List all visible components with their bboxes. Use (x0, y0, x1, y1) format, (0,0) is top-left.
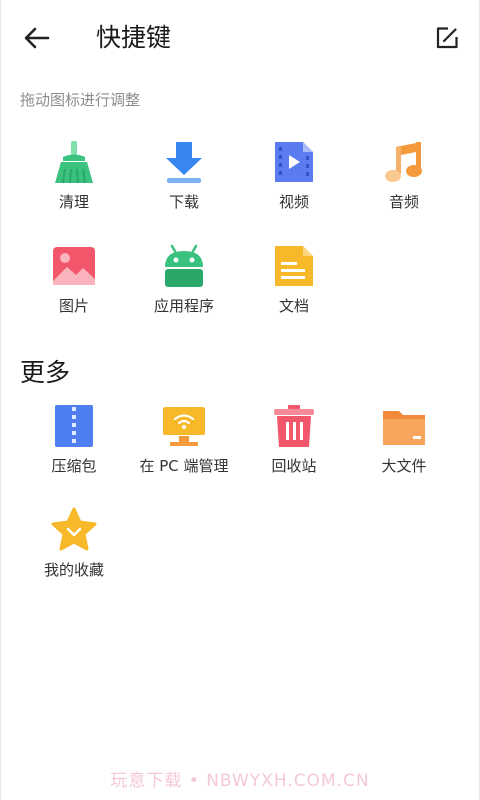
video-file-icon (270, 138, 318, 186)
image-icon (50, 242, 98, 290)
shortcut-image[interactable]: 图片 (19, 242, 129, 346)
shortcut-label: 应用程序 (153, 297, 214, 315)
more-label: 大文件 (381, 457, 427, 475)
android-icon (160, 242, 208, 290)
shortcut-label: 下载 (168, 193, 199, 211)
shortcut-label: 清理 (58, 193, 89, 211)
more-large-files[interactable]: 大文件 (349, 402, 459, 506)
star-icon (50, 506, 98, 554)
music-note-icon (380, 138, 428, 186)
shortcut-grid: 清理 下载 视频 音频 图片 应用程序 文档 (19, 138, 459, 346)
edit-button[interactable] (430, 22, 464, 54)
shortcut-clean[interactable]: 清理 (19, 138, 129, 242)
zip-archive-icon (50, 402, 98, 450)
arrow-left-icon (24, 27, 50, 49)
shortcut-document[interactable]: 文档 (239, 242, 349, 346)
shortcut-download[interactable]: 下载 (129, 138, 239, 242)
shortcut-label: 图片 (58, 297, 89, 315)
more-grid: 压缩包 在 PC 端管理 回收站 大文件 我的收藏 (19, 402, 459, 610)
shortcut-video[interactable]: 视频 (239, 138, 349, 242)
edit-icon (436, 27, 458, 49)
header: 快捷键 (0, 0, 480, 76)
more-zip[interactable]: 压缩包 (19, 402, 129, 506)
more-section-title: 更多 (20, 358, 71, 387)
broom-icon (50, 138, 98, 186)
more-pc-manage[interactable]: 在 PC 端管理 (129, 402, 239, 506)
pc-wifi-icon (160, 402, 208, 450)
trash-icon (270, 402, 318, 450)
more-label: 我的收藏 (43, 561, 104, 579)
back-button[interactable] (18, 22, 56, 54)
more-label: 在 PC 端管理 (139, 457, 229, 475)
shortcut-audio[interactable]: 音频 (349, 138, 459, 242)
download-icon (160, 138, 208, 186)
more-recycle-bin[interactable]: 回收站 (239, 402, 349, 506)
more-label: 回收站 (271, 457, 317, 475)
more-label: 压缩包 (51, 457, 97, 475)
drag-hint: 拖动图标进行调整 (20, 91, 141, 109)
document-icon (270, 242, 318, 290)
shortcut-label: 文档 (278, 297, 309, 315)
shortcut-apps[interactable]: 应用程序 (129, 242, 239, 346)
left-border (0, 0, 1, 800)
page-title: 快捷键 (96, 23, 172, 52)
shortcut-label: 音频 (388, 193, 419, 211)
watermark: 玩意下载 • NBWYXH.COM.CN (110, 771, 370, 791)
more-favorites[interactable]: 我的收藏 (19, 506, 129, 610)
folder-icon (380, 402, 428, 450)
shortcut-label: 视频 (278, 193, 309, 211)
